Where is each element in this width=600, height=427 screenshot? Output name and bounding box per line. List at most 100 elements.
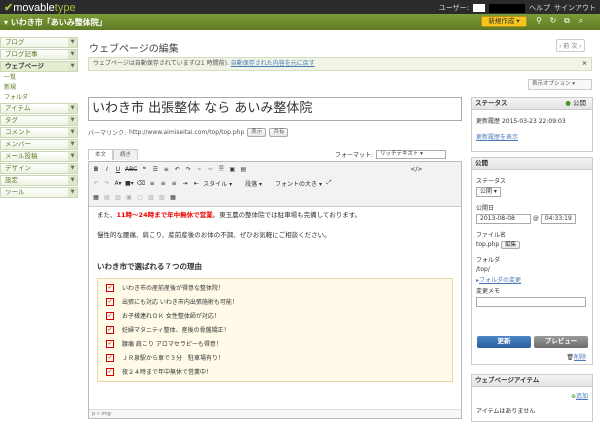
undo-icon[interactable]: ↶ [92,180,100,187]
eraser-icon[interactable]: ⌫ [137,180,145,187]
highlight-icon[interactable]: ■▾ [125,180,134,187]
user-name-redacted[interactable] [489,3,525,13]
table-icon[interactable]: ▦ [92,194,100,201]
undo-icon[interactable]: ↶ [173,166,181,173]
date-input[interactable]: 2013-08-08 [476,214,531,224]
history-link[interactable]: 更新履歴を表示 [472,131,592,142]
unlink-icon[interactable]: ⚮ [206,166,214,173]
sidebar-item-tools[interactable]: ツール ▼ [0,187,78,198]
table-merge-icon[interactable]: ▢ [136,194,144,201]
chevron-down-icon[interactable]: ▼ [68,140,77,149]
align-right-icon[interactable]: ≡ [170,180,178,187]
redo-icon[interactable]: ↷ [103,180,111,187]
sidebar-sub-list[interactable]: 一覧 [0,73,78,83]
change-folder-link[interactable]: フォルダの変更 [479,277,521,284]
checkmark-icon: ✓ [106,326,114,334]
sidebar-item-assets[interactable]: アイテム ▼ [0,103,78,114]
refresh-icon[interactable]: ↻ [548,16,558,26]
rich-text-editor[interactable]: B I U ABC ❝ ☰ ≡ ↶ ↷ ⚭ ⚮ 🗎 ▣ ▤ </> ↶ ↷ A▾… [88,161,462,419]
restore-autosave-link[interactable]: 自動保存された内容を元に戻す [231,60,315,67]
fullscreen-icon[interactable]: ⤢ [325,179,333,187]
bold-icon[interactable]: B [92,166,100,173]
chevron-down-icon[interactable]: ▼ [68,104,77,113]
italic-icon[interactable]: I [103,166,111,173]
app-logo[interactable]: ✔movabletype [4,1,76,14]
chevron-down-icon[interactable]: ▼ [68,116,77,125]
table-cell-icon[interactable]: ▣ [125,194,133,201]
sidebar-item-settings[interactable]: 設定 ▼ [0,175,78,186]
view-button[interactable]: 表示 [247,128,267,137]
sidebar-item-blog[interactable]: ブログ ▼ [0,37,78,48]
title-input[interactable]: いわき市 出張整体 なら あいみ整体院 [88,97,462,121]
sidebar-item-mail-posting[interactable]: メール投稿 ▼ [0,151,78,162]
chevron-down-icon[interactable]: ▼ [68,128,77,137]
share-button[interactable]: 共有 [269,128,289,137]
view-site-icon[interactable]: ⧉ [562,16,572,26]
outdent-icon[interactable]: ⇤ [192,180,200,187]
tab-more[interactable]: 続き [113,149,139,160]
grid-icon[interactable]: ▦ [169,194,177,201]
search-icon[interactable]: ⌕ [576,16,586,26]
preview-button[interactable]: プレビュー [534,336,588,348]
time-input[interactable]: 04:33:19 [540,214,576,224]
sidebar-item-comments[interactable]: コメント ▼ [0,127,78,138]
edit-filename-button[interactable]: 編集 [501,241,521,249]
underline-icon[interactable]: U [114,166,122,173]
user-avatar[interactable] [473,4,485,12]
checkmark-icon: ✓ [106,284,114,292]
sidebar-item-tags[interactable]: タグ ▼ [0,115,78,126]
chevron-down-icon[interactable]: ▼ [68,50,77,59]
display-options-button[interactable]: 表示オプション ▾ [528,79,592,90]
signout-link[interactable]: サインアウト [554,3,596,13]
link-icon[interactable]: ⚭ [195,166,203,173]
paste-icon[interactable]: ▤ [239,166,247,173]
sidebar-item-members[interactable]: メンバー ▼ [0,139,78,150]
new-create-button[interactable]: 新規作成 ▾ [481,16,527,27]
blockquote-icon[interactable]: ❝ [140,166,148,173]
status-select[interactable]: 公開 ▾ [476,187,501,197]
editor-content[interactable]: また、11時～24時まで年中無休で営業。東玉農の整体院では駐車場も完備しておりま… [89,207,461,385]
chevron-down-icon[interactable]: ▼ [68,176,77,185]
chevron-down-icon[interactable]: ▼ [68,164,77,173]
font-color-icon[interactable]: A▾ [114,180,122,187]
paragraph-select[interactable]: 段落 ▾ [245,179,262,188]
redo-icon[interactable]: ↷ [184,166,192,173]
tab-body[interactable]: 本文 [88,149,114,160]
close-icon[interactable]: × [582,58,587,70]
align-left-icon[interactable]: ≡ [148,180,156,187]
style-select[interactable]: スタイル ▾ [203,179,232,188]
chevron-down-icon[interactable]: ▼ [68,38,77,47]
table-col-icon[interactable]: ▥ [114,194,122,201]
insert-file-icon[interactable]: 🗎 [217,164,225,174]
table-row-icon[interactable]: ▤ [103,194,111,201]
sidebar-item-design[interactable]: デザイン ▼ [0,163,78,174]
chevron-down-icon[interactable]: ▼ [68,188,77,197]
indent-icon[interactable]: ⇥ [181,180,189,187]
list-item: ✓ いわき市の産前産後が得意な整体院！ [106,284,225,292]
unordered-list-icon[interactable]: ☰ [151,166,159,173]
sidebar-item-entries[interactable]: ブログ記事 ▼ [0,49,78,60]
link-icon[interactable]: ⚲ [534,16,544,26]
help-link[interactable]: ヘルプ [529,3,550,13]
sidebar-sub-folders[interactable]: フォルダ [0,93,78,103]
toolbar-icons: ⚲ ↻ ⧉ ⌕ [534,16,586,26]
chevron-down-icon[interactable]: ▼ [68,152,77,161]
add-item-link[interactable]: 追加 [576,393,588,400]
strikethrough-icon[interactable]: ABC [125,166,137,173]
format-select[interactable]: リッチテキスト ▾ [376,150,447,159]
table-delete-icon[interactable]: ▨ [158,194,166,201]
delete-link[interactable]: 削除 [574,354,586,361]
table-split-icon[interactable]: ▧ [147,194,155,201]
sidebar-item-webpages[interactable]: ウェブページ ▼ [0,61,78,72]
chevron-down-icon[interactable]: ▼ [68,62,77,71]
align-center-icon[interactable]: ≡ [159,180,167,187]
blog-selector[interactable]: ▾ いわき市「あいみ整体院」 [4,17,107,28]
insert-image-icon[interactable]: ▣ [228,166,236,173]
memo-input[interactable] [476,297,586,307]
font-size-select[interactable]: フォントの大き ▾ [275,179,322,188]
update-button[interactable]: 更新 [477,336,531,348]
sidebar-sub-new[interactable]: 新規 [0,83,78,93]
ordered-list-icon[interactable]: ≡ [162,166,170,173]
pager[interactable]: ‹ 前 次 › [556,39,585,52]
source-icon[interactable]: </> [410,166,422,173]
